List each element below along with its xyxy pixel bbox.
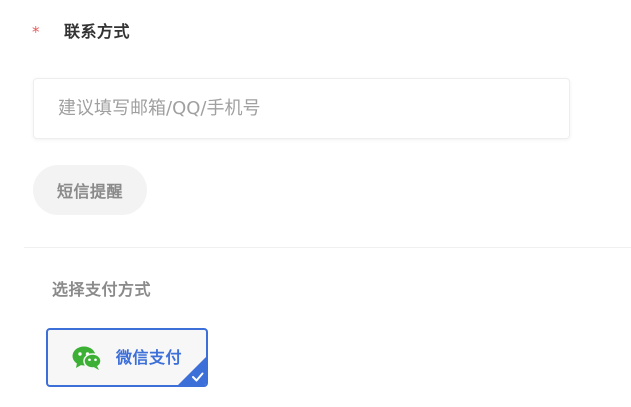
selected-check-icon xyxy=(178,357,206,385)
contact-method-label: 联系方式 xyxy=(64,22,131,41)
order-form: * 联系方式 短信提醒 选择支付方式 微信支付 xyxy=(0,0,631,407)
required-asterisk: * xyxy=(32,23,40,41)
payment-option-label: 微信支付 xyxy=(116,348,183,367)
sms-reminder-button[interactable]: 短信提醒 xyxy=(33,165,147,215)
payment-option-wechat[interactable]: 微信支付 xyxy=(46,328,208,387)
payment-section-title: 选择支付方式 xyxy=(52,280,152,299)
section-divider xyxy=(24,247,631,248)
contact-input[interactable] xyxy=(33,78,570,139)
wechat-icon xyxy=(72,345,102,371)
